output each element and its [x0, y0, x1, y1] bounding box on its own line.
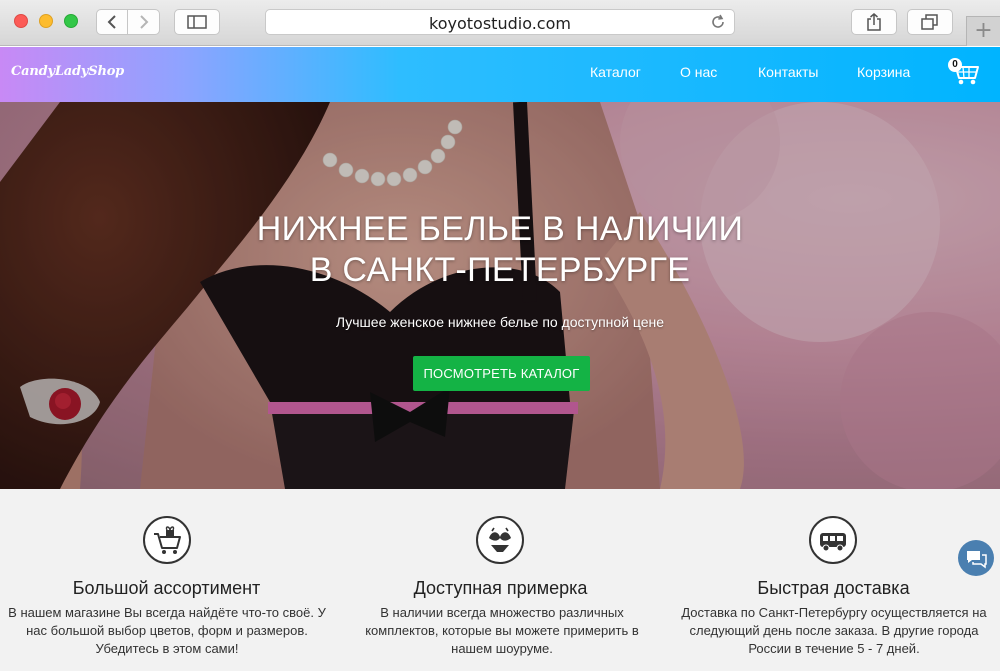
tab-overview-button[interactable] — [907, 9, 953, 35]
features-section: Большой ассортимент В нашем магазине Вы … — [0, 489, 1000, 671]
chat-button[interactable] — [958, 540, 994, 576]
cart-count-badge: 0 — [948, 58, 962, 72]
feature-title: Быстрая доставка — [757, 578, 910, 598]
sidebar-toggle-button[interactable] — [174, 9, 220, 35]
address-bar[interactable]: koyotostudio.com — [265, 9, 735, 35]
feature-description: В наличии всегда множество различных ком… — [365, 605, 639, 656]
chat-bubble-icon — [967, 551, 987, 569]
tabs-icon — [921, 14, 938, 30]
share-icon — [867, 13, 881, 31]
nav-cart[interactable]: Корзина — [857, 64, 910, 80]
browser-toolbar: koyotostudio.com + — [0, 0, 1000, 46]
sidebar-icon — [187, 15, 207, 29]
nav-about[interactable]: О нас — [680, 64, 717, 80]
lingerie-icon — [476, 516, 524, 564]
view-catalog-button[interactable]: ПОСМОТРЕТЬ КАТАЛОГ — [413, 356, 590, 391]
close-window-button[interactable] — [14, 14, 28, 28]
share-button[interactable] — [851, 9, 897, 35]
hero-subtitle: Лучшее женское нижнее белье по доступной… — [335, 314, 665, 330]
forward-button[interactable] — [128, 9, 160, 35]
hero-title-line-2: В САНКТ-ПЕТЕРБУРГЕ — [309, 251, 691, 289]
hero-title: НИЖНЕЕ БЕЛЬЕ В НАЛИЧИИ В САНКТ-ПЕТЕРБУРГ… — [0, 209, 1000, 291]
hero-title-line-1: НИЖНЕЕ БЕЛЬЕ В НАЛИЧИИ — [256, 210, 744, 248]
hero-banner: НИЖНЕЕ БЕЛЬЕ В НАЛИЧИИ В САНКТ-ПЕТЕРБУРГ… — [0, 102, 1000, 489]
reload-icon[interactable] — [710, 14, 726, 30]
feature-title: Большой ассортимент — [72, 578, 261, 598]
minimize-window-button[interactable] — [39, 14, 53, 28]
shopping-cart-gift-icon — [143, 516, 191, 564]
nav-catalog[interactable]: Каталог — [590, 64, 641, 80]
hero-overlay — [0, 102, 1000, 489]
feature-title: Доступная примерка — [413, 578, 588, 598]
feature-description: В нашем магазине Вы всегда найдёте что-т… — [8, 605, 326, 656]
zoom-window-button[interactable] — [64, 14, 78, 28]
site-header: CandyLadyShop Каталог О нас Контакты Кор… — [0, 47, 1000, 102]
url-text: koyotostudio.com — [429, 14, 571, 33]
cart-button[interactable]: 0 — [944, 56, 980, 86]
nav-contacts[interactable]: Контакты — [758, 64, 818, 80]
chevron-left-icon — [107, 15, 116, 29]
back-button[interactable] — [96, 9, 128, 35]
new-tab-button[interactable]: + — [966, 16, 1000, 46]
chevron-right-icon — [139, 15, 148, 29]
site-logo[interactable]: CandyLadyShop — [11, 64, 124, 79]
feature-description: Доставка по Санкт-Петербургу осуществляе… — [681, 605, 987, 656]
delivery-van-icon — [809, 516, 857, 564]
